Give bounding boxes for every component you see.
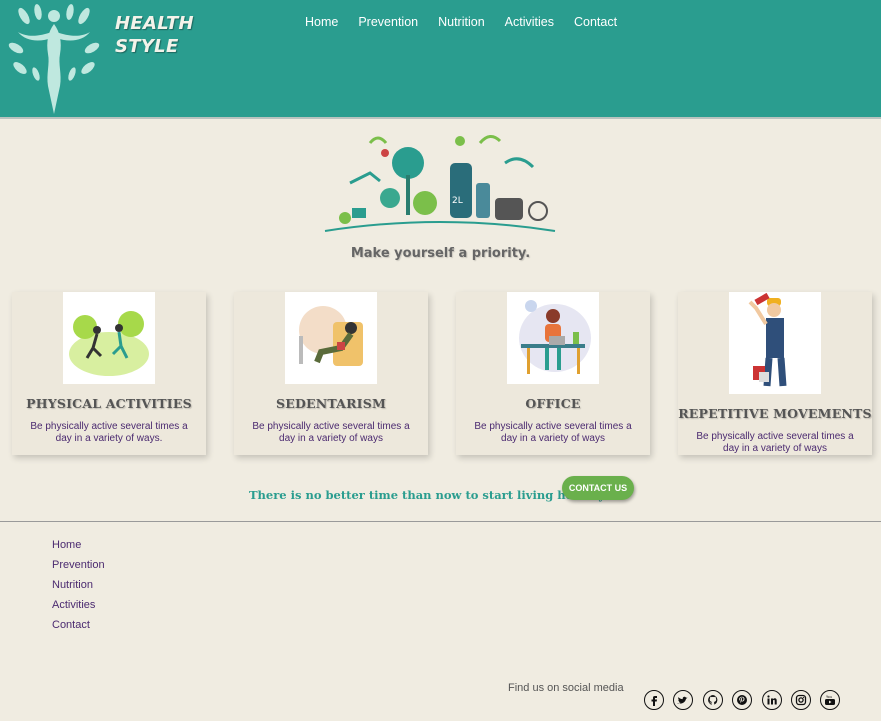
svg-text:2L: 2L <box>452 196 463 206</box>
brand-line-1: HEALTH <box>115 13 194 34</box>
nav-home[interactable]: Home <box>305 15 338 29</box>
footer-link-activities[interactable]: Activities <box>52 599 105 619</box>
card-physical-activities[interactable]: PHYSICAL ACTIVITIES Be physically active… <box>12 292 206 455</box>
card-office[interactable]: OFFICE Be physically active several time… <box>456 292 650 455</box>
github-icon[interactable] <box>702 690 723 710</box>
card-sedentarism[interactable]: SEDENTARISM Be physically active several… <box>234 292 428 455</box>
card-repetitive-movements[interactable]: REPETITIVE MOVEMENTS Be physically activ… <box>678 292 872 455</box>
nav-contact[interactable]: Contact <box>574 15 617 29</box>
health-logo-icon[interactable] <box>8 2 100 114</box>
main-nav: Home Prevention Nutrition Activities Con… <box>305 15 637 29</box>
linkedin-icon[interactable] <box>761 690 782 710</box>
social-links: You <box>644 690 850 710</box>
nav-nutrition[interactable]: Nutrition <box>438 15 485 29</box>
social-label: Find us on social media <box>508 682 624 694</box>
footer-link-prevention[interactable]: Prevention <box>52 559 105 579</box>
card-text: Be physically active several times a day… <box>696 431 854 454</box>
healthy-lifestyle-illustration: 2L <box>324 135 556 232</box>
site-header: HEALTH STYLE Home Prevention Nutrition A… <box>0 0 881 119</box>
footer-link-nutrition[interactable]: Nutrition <box>52 579 105 599</box>
svg-text:You: You <box>826 695 832 699</box>
brand-line-2: STYLE <box>115 36 179 57</box>
card-text: Be physically active several times a day… <box>30 421 188 444</box>
footer-link-contact[interactable]: Contact <box>52 619 105 639</box>
footer-link-home[interactable]: Home <box>52 539 105 559</box>
card-title: OFFICE <box>525 396 581 411</box>
contact-us-button[interactable]: CONTACT US <box>562 476 634 500</box>
instagram-icon[interactable] <box>790 690 811 710</box>
pinterest-icon[interactable] <box>732 690 753 710</box>
brand-name[interactable]: HEALTH STYLE <box>115 12 194 58</box>
card-title: SEDENTARISM <box>276 396 386 411</box>
card-text: Be physically active several times a day… <box>474 421 632 444</box>
nav-activities[interactable]: Activities <box>505 15 554 29</box>
cta-message: There is no better time than now to star… <box>249 488 608 502</box>
facebook-icon[interactable] <box>644 690 664 710</box>
card-title: PHYSICAL ACTIVITIES <box>26 396 192 411</box>
hero-tagline: Make yourself a priority. <box>350 246 531 261</box>
footer-nav: Home Prevention Nutrition Activities Con… <box>52 539 105 639</box>
running-people-image <box>63 292 155 384</box>
office-worker-image <box>507 292 599 384</box>
card-title: REPETITIVE MOVEMENTS <box>678 406 872 421</box>
youtube-icon[interactable]: You <box>820 690 841 710</box>
sedentary-person-image <box>285 292 377 384</box>
twitter-icon[interactable] <box>673 690 694 710</box>
painter-worker-image <box>729 292 821 394</box>
nav-prevention[interactable]: Prevention <box>358 15 418 29</box>
card-text: Be physically active several times a day… <box>252 421 410 444</box>
footer-divider <box>0 521 881 522</box>
